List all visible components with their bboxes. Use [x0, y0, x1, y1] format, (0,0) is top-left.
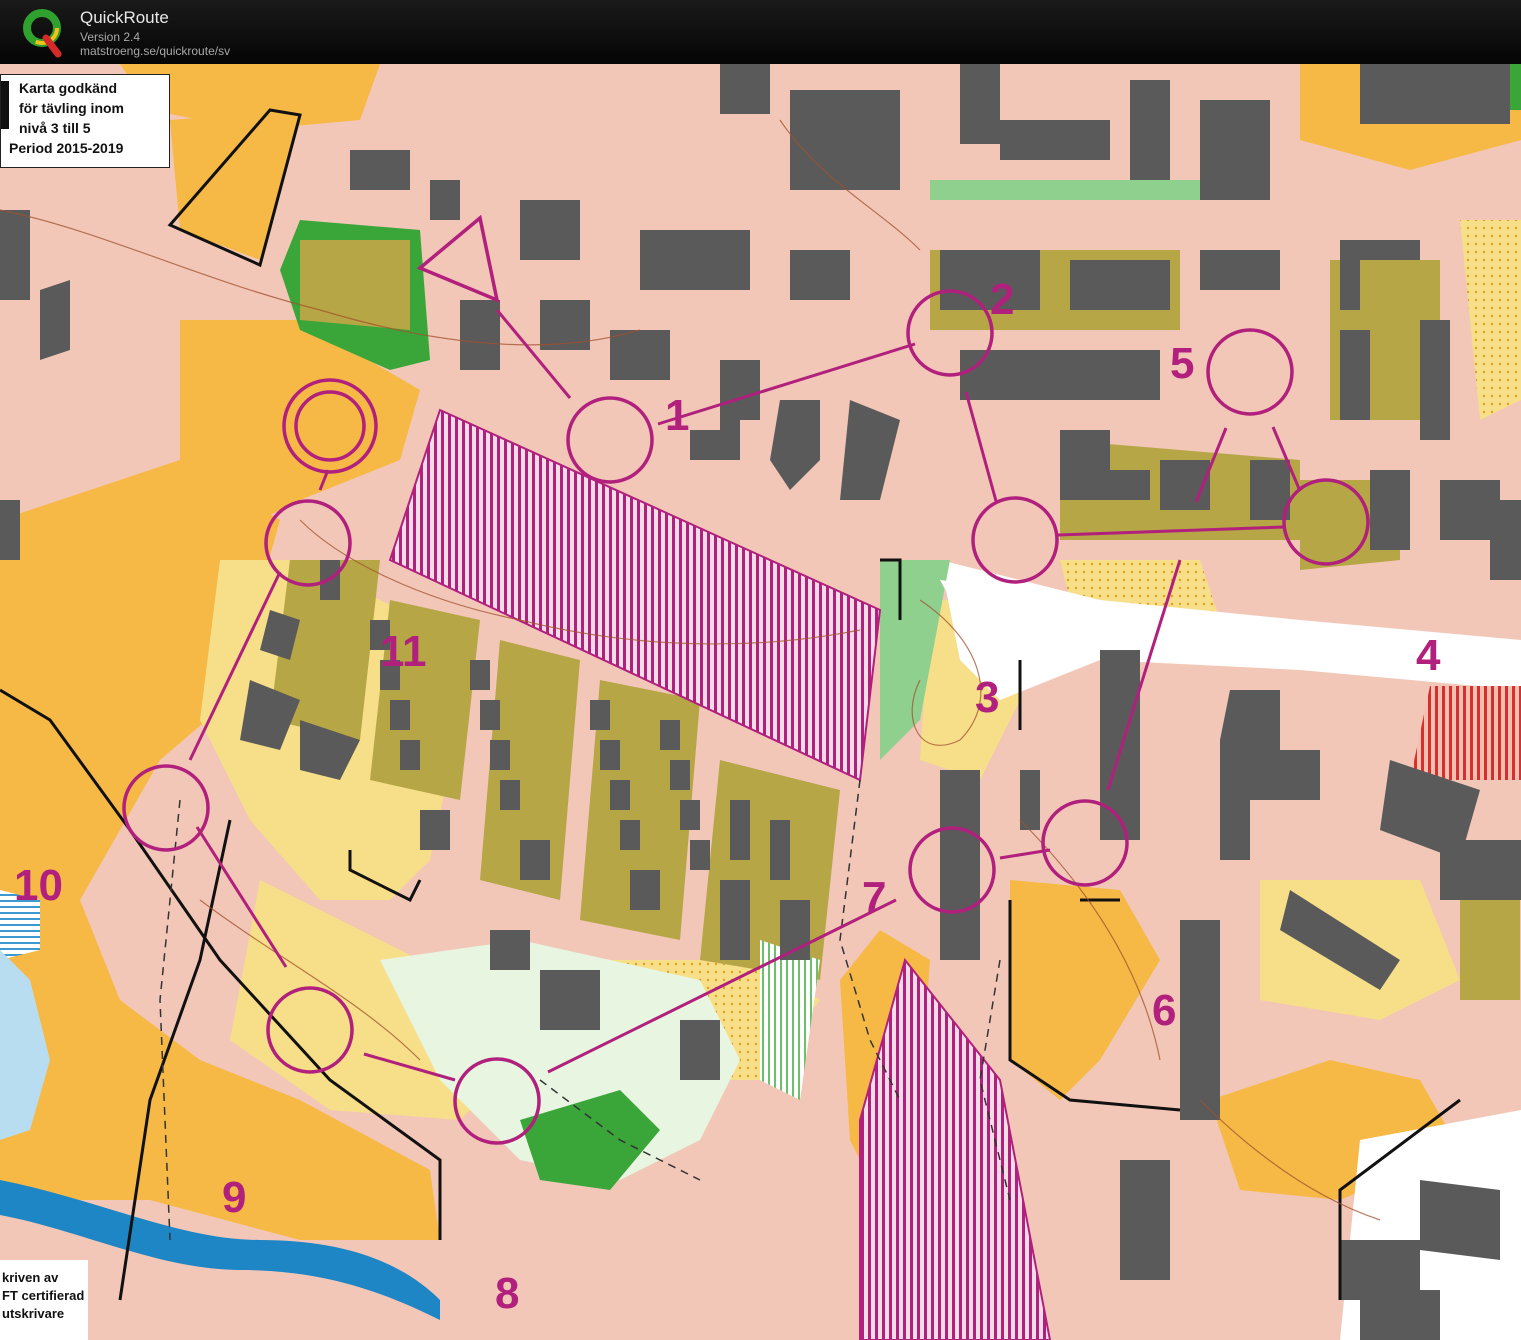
issuer-line-1: kriven av	[2, 1270, 59, 1285]
control-number-9: 9	[222, 1173, 247, 1222]
approval-line-4: Period 2015-2019	[9, 140, 124, 156]
control-number-4: 4	[1416, 631, 1441, 680]
map-canvas	[0, 64, 1521, 1340]
control-number-1: 1	[665, 391, 690, 440]
quickroute-window: QuickRoute Version 2.4 matstroeng.se/qui…	[0, 0, 1521, 1340]
app-url: matstroeng.se/quickroute/sv	[80, 44, 231, 58]
control-number-5: 5	[1170, 339, 1195, 388]
issuer-line-3: utskrivare	[2, 1306, 65, 1321]
approval-line-3: nivå 3 till 5	[19, 120, 91, 136]
approval-line-1: Karta godkänd	[19, 80, 118, 96]
title-bar: QuickRoute Version 2.4 matstroeng.se/qui…	[0, 0, 1521, 64]
approval-line-2: för tävling inom	[19, 100, 124, 116]
issuer-line-2: FT certifierad	[2, 1288, 85, 1303]
logo-bar	[1, 81, 9, 129]
orienteering-map[interactable]: 1 2 3 4 5 6 7 8 9 10 11 Karta godkänd fö…	[0, 64, 1521, 1340]
control-number-7: 7	[862, 873, 887, 922]
control-number-11: 11	[380, 627, 427, 676]
map-approval-box: Karta godkänd för tävling inom nivå 3 ti…	[0, 74, 170, 168]
map-printer-box: kriven av FT certifierad utskrivare	[0, 1260, 88, 1340]
app-title: QuickRoute	[80, 8, 169, 27]
control-number-6: 6	[1152, 986, 1177, 1035]
control-number-8: 8	[495, 1269, 520, 1318]
app-version: Version 2.4	[80, 30, 141, 44]
control-number-10: 10	[14, 861, 63, 910]
control-number-3: 3	[975, 673, 1000, 722]
control-number-2: 2	[990, 275, 1015, 324]
quickroute-logo-icon	[23, 9, 62, 58]
